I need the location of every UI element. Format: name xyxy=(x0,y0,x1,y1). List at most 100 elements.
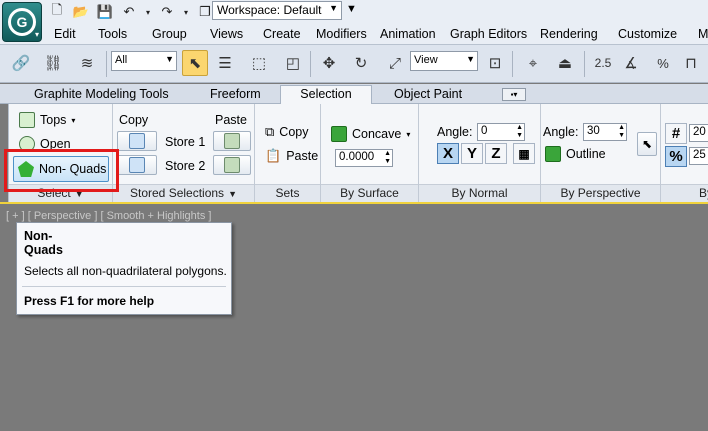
normal-angle-spinner[interactable]: 0 ▲ ▼ xyxy=(477,123,525,141)
menu-more[interactable]: M xyxy=(698,27,708,41)
unlink-icon[interactable]: ⛓ xyxy=(40,50,66,76)
chevron-down-icon: ▼ xyxy=(228,189,237,199)
outline-label: Outline xyxy=(566,147,606,161)
spinner-arrows-icon: ▲ ▼ xyxy=(516,124,523,139)
save-icon[interactable]: 💾 xyxy=(96,3,114,21)
tops-icon xyxy=(19,112,35,128)
redo-icon[interactable]: ↷ xyxy=(158,3,176,21)
tab-freeform[interactable]: Freeform xyxy=(202,86,269,104)
tab-selection[interactable]: Selection xyxy=(280,85,372,105)
grid-icon: ▦ xyxy=(518,146,530,161)
perspective-pick-button[interactable]: ⬉ xyxy=(637,132,657,156)
redo-dropdown-icon[interactable]: ▾ xyxy=(182,3,190,21)
random-count-spinner[interactable]: 20 xyxy=(689,124,708,142)
ribbon-options-icon[interactable]: ▪▾ xyxy=(502,88,526,101)
link-icon[interactable]: 🔗 xyxy=(8,50,34,76)
by-perspective-label: By Perspective xyxy=(541,184,660,202)
undo-icon[interactable]: ↶ xyxy=(120,3,138,21)
workspace-value: Workspace: Default xyxy=(217,3,322,17)
sets-paste-label: Paste xyxy=(286,149,319,163)
application-button[interactable]: G ▾ xyxy=(2,2,42,42)
store1-label: Store 1 xyxy=(165,135,206,149)
random-percent-spinner[interactable]: 25 xyxy=(689,147,708,165)
reference-coordinate-value: View xyxy=(414,54,438,66)
percent-label: % xyxy=(657,55,669,71)
outline-button[interactable]: Outline xyxy=(545,146,606,162)
snaps-toggle-icon[interactable]: 2.5 xyxy=(590,50,616,76)
stored-selections-title: Stored Selections xyxy=(130,186,225,200)
perspective-angle-spinner[interactable]: 30 ▲ ▼ xyxy=(583,123,627,141)
paste-set-icon: 📋 xyxy=(265,148,282,163)
axis-x-button[interactable]: X xyxy=(437,143,459,164)
scale-icon[interactable]: ⤢ xyxy=(382,50,408,76)
paste-icon xyxy=(224,157,240,173)
select-object-icon[interactable]: ⬉ xyxy=(182,50,208,76)
tooltip-divider xyxy=(22,286,226,287)
bind-space-warp-icon[interactable]: ≋ xyxy=(74,50,100,76)
menu-views[interactable]: Views xyxy=(210,27,243,41)
angle-snap-icon[interactable]: ∡ xyxy=(618,50,644,76)
copy-store1-button[interactable] xyxy=(117,131,157,151)
reference-coordinate-dropdown[interactable]: View ▼ xyxy=(410,51,478,71)
copy-icon xyxy=(129,157,145,173)
spinner-arrows-icon: ▲ ▼ xyxy=(384,150,391,165)
axis-z-button[interactable]: Z xyxy=(485,143,507,164)
random-percent-button[interactable]: % xyxy=(665,146,687,167)
menu-create[interactable]: Create xyxy=(263,27,301,41)
viewport-label[interactable]: [ + ] [ Perspective ] [ Smooth + Highlig… xyxy=(6,210,211,222)
hash-icon: # xyxy=(671,125,681,142)
keyboard-shortcut-override-icon[interactable]: ⏏ xyxy=(552,50,578,76)
tab-object-paint[interactable]: Object Paint xyxy=(386,86,470,104)
sets-paste-button[interactable]: 📋 Paste xyxy=(265,148,318,164)
menu-graph-editors[interactable]: Graph Editors xyxy=(450,27,527,41)
rectangular-region-icon[interactable]: ⬚ xyxy=(246,50,272,76)
percent-snap-icon[interactable]: % xyxy=(650,50,676,76)
paste-store2-button[interactable] xyxy=(213,155,251,175)
menu-animation[interactable]: Animation xyxy=(380,27,436,41)
qat-customize-icon[interactable]: ▼ xyxy=(346,3,357,15)
undo-dropdown-icon[interactable]: ▾ xyxy=(144,3,152,21)
cursor-icon: ⬉ xyxy=(641,137,653,151)
sets-panel-title: Sets xyxy=(275,186,300,200)
chevron-down-icon: ▾ xyxy=(71,115,76,125)
menu-group[interactable]: Group xyxy=(152,27,187,41)
menu-edit[interactable]: Edit xyxy=(54,27,76,41)
menu-customize[interactable]: Customize xyxy=(618,27,677,41)
window-crossing-icon[interactable]: ◰ xyxy=(280,50,306,76)
by-perspective-title: By Perspective xyxy=(560,186,641,200)
move-icon[interactable]: ✥ xyxy=(316,50,342,76)
selection-filter-dropdown[interactable]: All ▼ xyxy=(111,51,177,71)
random-count-button[interactable]: # xyxy=(665,123,687,144)
surface-value-spinner[interactable]: 0.0000 ▲ ▼ xyxy=(335,149,393,167)
normal-angle-value: 0 xyxy=(481,125,488,137)
copy-icon xyxy=(129,133,145,149)
sets-copy-button[interactable]: ⧉ Copy xyxy=(265,124,308,140)
tooltip-help: Press F1 for more help xyxy=(24,294,155,308)
new-file-icon[interactable]: 🗋 xyxy=(48,2,66,21)
spinner-snap-icon[interactable]: ⊓ xyxy=(678,50,704,76)
tops-button[interactable]: Tops ▾ xyxy=(19,112,75,128)
paste-store1-button[interactable] xyxy=(213,131,251,151)
concave-dropdown[interactable]: Concave ▾ xyxy=(331,126,410,142)
select-by-name-icon[interactable]: ☰ xyxy=(212,50,238,76)
normal-grid-button[interactable]: ▦ xyxy=(513,143,535,164)
workspace-dropdown[interactable]: Workspace: Default ▼ xyxy=(212,1,342,20)
copy-store2-button[interactable] xyxy=(117,155,157,175)
main-toolbar: 🔗 ⛓ ≋ All ▼ ⬉ ☰ ⬚ ◰ ✥ ↻ ⤢ View ▼ ⊡ ⌖ ⏏ 2… xyxy=(0,45,708,83)
by-surface-title: By Surface xyxy=(340,186,399,200)
open-folder-icon[interactable]: 📂 xyxy=(72,3,90,21)
quick-access-toolbar: 🗋 📂 💾 ↶ ▾ ↷ ▾ ❐ xyxy=(48,2,214,22)
stored-selections-label[interactable]: Stored Selections ▼ xyxy=(113,184,254,202)
red-annotation-box xyxy=(4,149,119,192)
rotate-icon[interactable]: ↻ xyxy=(348,50,374,76)
pivot-center-icon[interactable]: ⊡ xyxy=(482,50,508,76)
select-and-manipulate-icon[interactable]: ⌖ xyxy=(520,50,546,76)
by-surface-label: By Surface xyxy=(321,184,418,202)
title-bar: G ▾ 🗋 📂 💾 ↶ ▾ ↷ ▾ ❐ Workspace: Default ▼… xyxy=(0,0,708,45)
menu-tools[interactable]: Tools xyxy=(98,27,127,41)
menu-rendering[interactable]: Rendering xyxy=(540,27,598,41)
tab-graphite-modeling-tools[interactable]: Graphite Modeling Tools xyxy=(26,86,177,104)
concave-label: Concave xyxy=(352,127,402,141)
axis-y-button[interactable]: Y xyxy=(461,143,483,164)
menu-modifiers[interactable]: Modifiers xyxy=(316,27,367,41)
